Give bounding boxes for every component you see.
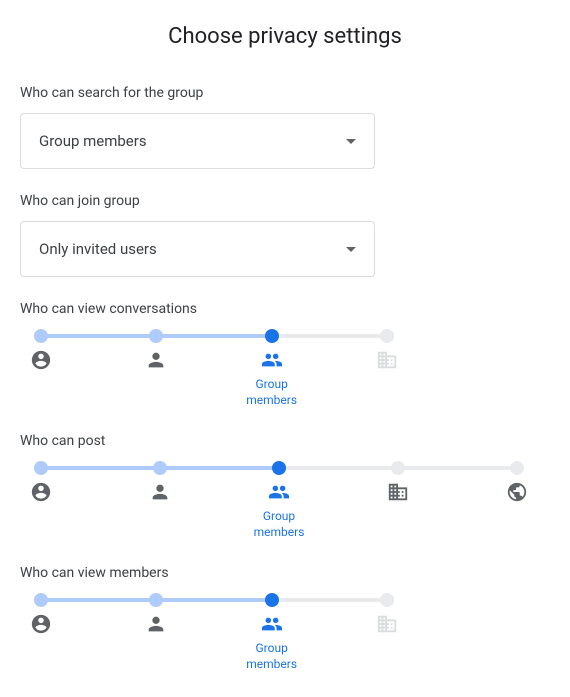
slider-stop-0[interactable]: [34, 593, 48, 607]
account-circle-icon[interactable]: [6, 481, 76, 503]
slider-1: Group members: [20, 461, 550, 541]
page-title: Choose privacy settings: [20, 0, 550, 77]
dropdown-value: Only invited users: [39, 240, 157, 258]
slider-stop-0[interactable]: [34, 461, 48, 475]
slider-label: Who can view members: [20, 565, 550, 581]
slider-stop-2[interactable]: [265, 593, 279, 607]
group-icon[interactable]: Group members: [244, 481, 314, 540]
slider-track[interactable]: [34, 593, 394, 607]
public-icon[interactable]: [482, 481, 552, 503]
group-icon[interactable]: Group members: [237, 349, 307, 408]
domain-icon[interactable]: [352, 613, 422, 635]
slider-label: Who can post: [20, 433, 550, 449]
slider-stop-1[interactable]: [149, 329, 163, 343]
slider-track[interactable]: [34, 329, 394, 343]
slider-icons-row: Group members: [34, 481, 524, 541]
slider-stop-caption: Group members: [246, 641, 297, 672]
slider-icons-row: Group members: [34, 349, 394, 409]
domain-icon[interactable]: [352, 349, 422, 371]
slider-2: Group members: [20, 593, 550, 673]
group-icon[interactable]: Group members: [237, 613, 307, 672]
person-icon[interactable]: [125, 481, 195, 503]
slider-stop-caption: Group members: [246, 377, 297, 408]
domain-icon[interactable]: [363, 481, 433, 503]
person-icon[interactable]: [121, 349, 191, 371]
slider-stop-3[interactable]: [380, 329, 394, 343]
slider-stop-3[interactable]: [391, 461, 405, 475]
slider-stop-4[interactable]: [510, 461, 524, 475]
slider-stop-3[interactable]: [380, 593, 394, 607]
slider-track[interactable]: [34, 461, 524, 475]
chevron-down-icon: [346, 247, 356, 252]
dropdown-label: Who can search for the group: [20, 85, 550, 101]
dropdown-1[interactable]: Only invited users: [20, 221, 375, 277]
slider-0: Group members: [20, 329, 550, 409]
dropdown-value: Group members: [39, 132, 147, 150]
person-icon[interactable]: [121, 613, 191, 635]
slider-stop-caption: Group members: [254, 509, 305, 540]
chevron-down-icon: [346, 139, 356, 144]
account-circle-icon[interactable]: [6, 349, 76, 371]
slider-icons-row: Group members: [34, 613, 394, 673]
dropdown-label: Who can join group: [20, 193, 550, 209]
dropdown-0[interactable]: Group members: [20, 113, 375, 169]
slider-stop-0[interactable]: [34, 329, 48, 343]
slider-stop-2[interactable]: [265, 329, 279, 343]
slider-stop-2[interactable]: [272, 461, 286, 475]
slider-label: Who can view conversations: [20, 301, 550, 317]
account-circle-icon[interactable]: [6, 613, 76, 635]
slider-stop-1[interactable]: [149, 593, 163, 607]
slider-stop-1[interactable]: [153, 461, 167, 475]
